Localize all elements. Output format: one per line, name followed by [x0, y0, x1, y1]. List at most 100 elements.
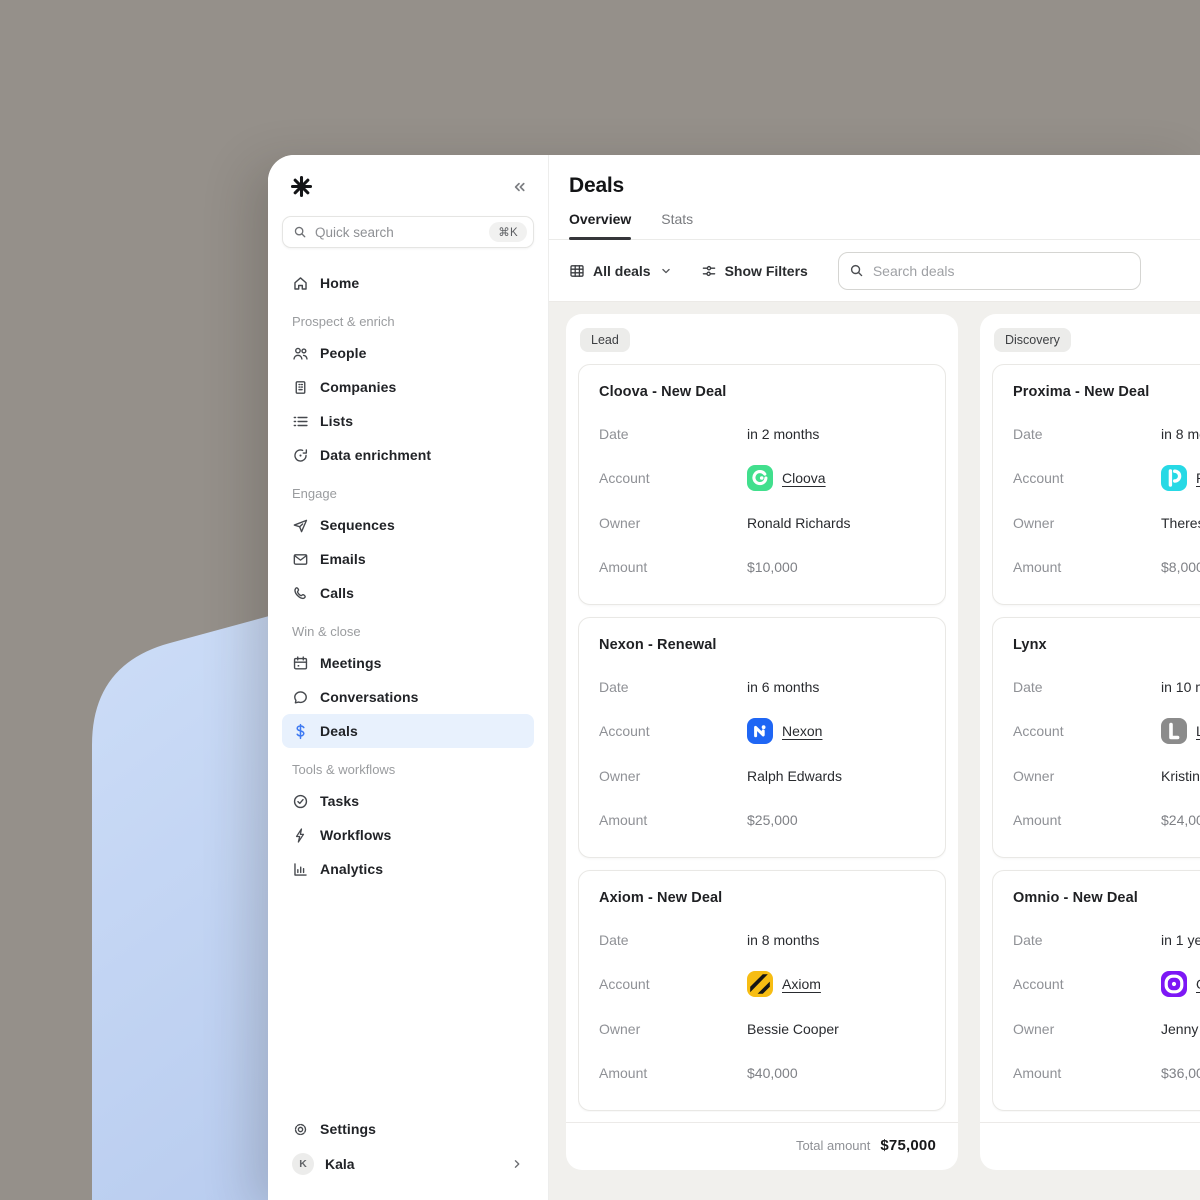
column-footer: Total amount $75,000 — [566, 1122, 958, 1170]
board-column: Discovery Proxima - New Deal Date in 8 m… — [980, 314, 1200, 1170]
account-link[interactable]: Cloova — [782, 470, 826, 486]
workspace-user-row[interactable]: K Kala — [282, 1146, 534, 1182]
deal-card[interactable]: Axiom - New Deal Date in 8 months Accoun… — [578, 870, 946, 1111]
deal-date: in 10 months — [1161, 679, 1200, 695]
deal-card[interactable]: Proxima - New Deal Date in 8 months Acco… — [992, 364, 1200, 605]
account-logo-icon — [747, 465, 773, 491]
nav-section-label: Win & close — [282, 610, 534, 646]
account-link[interactable]: Omnio — [1196, 976, 1200, 992]
deal-amount: $25,000 — [747, 812, 798, 828]
account-logo-icon — [1161, 718, 1187, 744]
field-label-date: Date — [1013, 679, 1161, 695]
account-link[interactable]: Proxima — [1196, 470, 1200, 486]
show-filters-button[interactable]: Show Filters — [701, 263, 808, 279]
deal-owner: Kristin Watson — [1161, 768, 1200, 784]
sidebar-item-conversations[interactable]: Conversations — [282, 680, 534, 714]
field-label-date: Date — [599, 932, 747, 948]
deal-amount: $8,000 — [1161, 559, 1200, 575]
deal-amount: $24,000 — [1161, 812, 1200, 828]
field-label-date: Date — [1013, 932, 1161, 948]
deal-date: in 1 year — [1161, 932, 1200, 948]
nav-section-label: Prospect & enrich — [282, 300, 534, 336]
field-label-account: Account — [599, 723, 747, 739]
chevron-right-icon — [510, 1157, 524, 1171]
stage-badge: Discovery — [994, 328, 1071, 352]
deals-icon — [292, 723, 309, 740]
sidebar-item-analytics[interactable]: Analytics — [282, 852, 534, 886]
nav-section-label: Engage — [282, 472, 534, 508]
sidebar-item-home[interactable]: Home — [282, 266, 534, 300]
field-label-owner: Owner — [1013, 515, 1161, 531]
deal-owner: Ralph Edwards — [747, 768, 842, 784]
sidebar-item-data-enrichment[interactable]: Data enrichment — [282, 438, 534, 472]
sidebar-item-label: Emails — [320, 551, 366, 567]
emails-icon — [292, 551, 309, 568]
chevron-down-icon — [659, 264, 673, 278]
deal-card[interactable]: Nexon - Renewal Date in 6 months Account… — [578, 617, 946, 858]
total-amount-label: Total amount — [796, 1138, 870, 1153]
calls-icon — [292, 585, 309, 602]
field-label-owner: Owner — [599, 1021, 747, 1037]
grid-icon — [569, 263, 585, 279]
sidebar-footer: Settings K Kala — [268, 1112, 548, 1200]
sidebar-item-workflows[interactable]: Workflows — [282, 818, 534, 852]
deal-title: Cloova - New Deal — [599, 384, 925, 400]
deal-amount: $10,000 — [747, 559, 798, 575]
sidebar-item-label: Data enrichment — [320, 447, 431, 463]
screenshot-canvas: Quick search ⌘K Home Prospect & enrich P… — [0, 0, 1200, 1200]
lists-icon — [292, 413, 309, 430]
field-label-account: Account — [1013, 723, 1161, 739]
asterisk-logo-icon — [290, 175, 313, 198]
sidebar-item-companies[interactable]: Companies — [282, 370, 534, 404]
companies-icon — [292, 379, 309, 396]
quick-search-placeholder: Quick search — [315, 225, 394, 240]
workflows-icon — [292, 827, 309, 844]
deal-card[interactable]: Cloova - New Deal Date in 2 months Accou… — [578, 364, 946, 605]
sliders-icon — [701, 263, 717, 279]
sidebar-item-label: Workflows — [320, 827, 391, 843]
sequences-icon — [292, 517, 309, 534]
sidebar: Quick search ⌘K Home Prospect & enrich P… — [268, 155, 549, 1200]
deal-card[interactable]: Omnio - New Deal Date in 1 year Account … — [992, 870, 1200, 1111]
sidebar-collapse-icon[interactable] — [510, 178, 528, 196]
deal-date: in 6 months — [747, 679, 819, 695]
field-label-account: Account — [1013, 470, 1161, 486]
sidebar-item-meetings[interactable]: Meetings — [282, 646, 534, 680]
account-link[interactable]: Axiom — [782, 976, 821, 992]
sidebar-item-settings[interactable]: Settings — [282, 1112, 534, 1146]
tab-bar: Overview Stats — [549, 211, 1200, 240]
sidebar-item-tasks[interactable]: Tasks — [282, 784, 534, 818]
field-label-date: Date — [599, 426, 747, 442]
sidebar-item-label: People — [320, 345, 367, 361]
view-selector-button[interactable]: All deals — [569, 263, 673, 279]
sidebar-item-people[interactable]: People — [282, 336, 534, 370]
tab-stats[interactable]: Stats — [661, 211, 693, 239]
sidebar-item-deals[interactable]: Deals — [282, 714, 534, 748]
account-logo-icon — [747, 971, 773, 997]
page-title: Deals — [549, 155, 1200, 198]
sidebar-item-label: Tasks — [320, 793, 359, 809]
deal-card[interactable]: Lynx Date in 10 months Account Lynx Owne… — [992, 617, 1200, 858]
deal-owner: Ronald Richards — [747, 515, 851, 531]
account-link[interactable]: Nexon — [782, 723, 822, 739]
sidebar-item-emails[interactable]: Emails — [282, 542, 534, 576]
search-deals-placeholder: Search deals — [873, 263, 955, 279]
sidebar-nav: Home Prospect & enrich People Companies … — [268, 262, 548, 1112]
toolbar: All deals Show Filters Search deals — [549, 240, 1200, 302]
quick-search-input[interactable]: Quick search ⌘K — [282, 216, 534, 248]
field-label-date: Date — [1013, 426, 1161, 442]
sidebar-item-lists[interactable]: Lists — [282, 404, 534, 438]
search-deals-input[interactable]: Search deals — [838, 252, 1141, 290]
tab-overview[interactable]: Overview — [569, 211, 631, 239]
sidebar-item-label: Settings — [320, 1121, 376, 1137]
deal-date: in 2 months — [747, 426, 819, 442]
sidebar-item-label: Analytics — [320, 861, 383, 877]
nav-section-label: Tools & workflows — [282, 748, 534, 784]
sidebar-item-label: Sequences — [320, 517, 395, 533]
sidebar-item-sequences[interactable]: Sequences — [282, 508, 534, 542]
stage-badge: Lead — [580, 328, 630, 352]
sidebar-item-calls[interactable]: Calls — [282, 576, 534, 610]
field-label-account: Account — [599, 976, 747, 992]
deal-board: Lead Cloova - New Deal Date in 2 months … — [549, 302, 1200, 1200]
account-link[interactable]: Lynx — [1196, 723, 1200, 739]
